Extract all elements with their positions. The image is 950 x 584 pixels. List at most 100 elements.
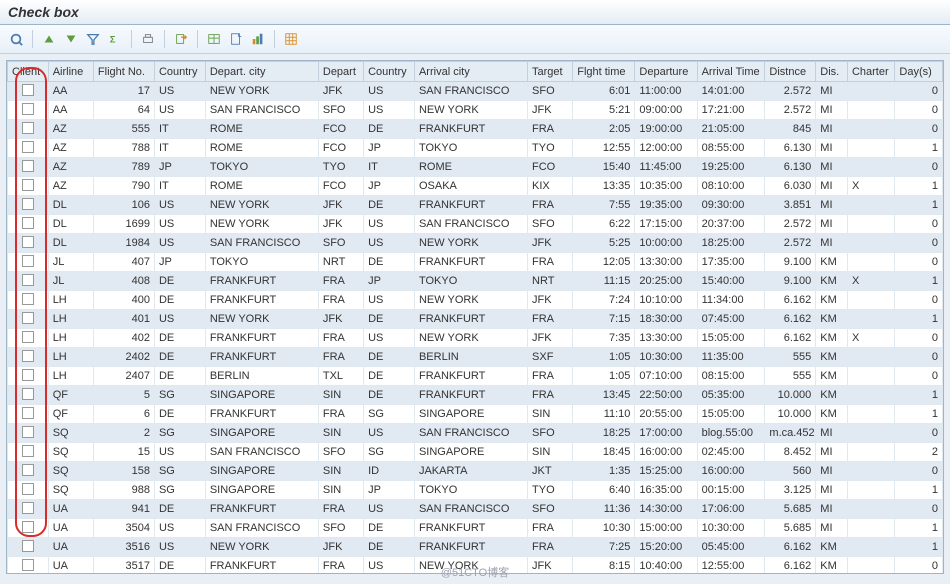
row-checkbox[interactable] (22, 160, 34, 172)
row-checkbox[interactable] (22, 426, 34, 438)
table-row[interactable]: JL408DEFRANKFURTFRAJPTOKYONRT11:1520:25:… (8, 272, 943, 291)
col-header-arrtime[interactable]: Arrival Time (697, 62, 765, 82)
row-checkbox[interactable] (22, 464, 34, 476)
chart-icon[interactable] (248, 29, 268, 49)
table-row[interactable]: LH401USNEW YORKJFKDEFRANKFURTFRA7:1518:3… (8, 310, 943, 329)
col-header-days[interactable]: Day(s) (895, 62, 943, 82)
row-checkbox[interactable] (22, 502, 34, 514)
cell-client[interactable] (8, 424, 49, 443)
cell-client[interactable] (8, 291, 49, 310)
row-checkbox[interactable] (22, 84, 34, 96)
row-checkbox[interactable] (22, 103, 34, 115)
row-checkbox[interactable] (22, 350, 34, 362)
cell-client[interactable] (8, 500, 49, 519)
cell-client[interactable] (8, 405, 49, 424)
col-header-target[interactable]: Target (528, 62, 573, 82)
col-header-country2[interactable]: Country (364, 62, 415, 82)
cell-client[interactable] (8, 272, 49, 291)
sort-asc-icon[interactable] (39, 29, 59, 49)
table-row[interactable]: DL106USNEW YORKJFKDEFRANKFURTFRA7:5519:3… (8, 196, 943, 215)
row-checkbox[interactable] (22, 141, 34, 153)
cell-client[interactable] (8, 443, 49, 462)
cell-client[interactable] (8, 481, 49, 500)
table-row[interactable]: AZ789JPTOKYOTYOITROMEFCO15:4011:45:0019:… (8, 158, 943, 177)
cell-client[interactable] (8, 120, 49, 139)
table-row[interactable]: QF6DEFRANKFURTFRASGSINGAPORESIN11:1020:5… (8, 405, 943, 424)
col-header-charter[interactable]: Charter (847, 62, 894, 82)
col-header-country1[interactable]: Country (154, 62, 205, 82)
row-checkbox[interactable] (22, 236, 34, 248)
cell-client[interactable] (8, 462, 49, 481)
cell-client[interactable] (8, 101, 49, 120)
layout-icon[interactable] (281, 29, 301, 49)
row-checkbox[interactable] (22, 369, 34, 381)
col-header-depart[interactable]: Depart (318, 62, 363, 82)
table-row[interactable]: AA64USSAN FRANCISCOSFOUSNEW YORKJFK5:210… (8, 101, 943, 120)
row-checkbox[interactable] (22, 388, 34, 400)
row-checkbox[interactable] (22, 407, 34, 419)
table-row[interactable]: SQ15USSAN FRANCISCOSFOSGSINGAPORESIN18:4… (8, 443, 943, 462)
excel-icon[interactable] (204, 29, 224, 49)
table-row[interactable]: DL1984USSAN FRANCISCOSFOUSNEW YORKJFK5:2… (8, 234, 943, 253)
table-row[interactable]: UA941DEFRANKFURTFRAUSSAN FRANCISCOSFO11:… (8, 500, 943, 519)
cell-client[interactable] (8, 196, 49, 215)
table-row[interactable]: JL407JPTOKYONRTDEFRANKFURTFRA12:0513:30:… (8, 253, 943, 272)
col-header-client[interactable]: Client (8, 62, 49, 82)
table-row[interactable]: UA3516USNEW YORKJFKDEFRANKFURTFRA7:2515:… (8, 538, 943, 557)
cell-client[interactable] (8, 386, 49, 405)
row-checkbox[interactable] (22, 217, 34, 229)
row-checkbox[interactable] (22, 521, 34, 533)
print-icon[interactable] (138, 29, 158, 49)
table-row[interactable]: LH2407DEBERLINTXLDEFRANKFURTFRA1:0507:10… (8, 367, 943, 386)
row-checkbox[interactable] (22, 293, 34, 305)
cell-client[interactable] (8, 519, 49, 538)
export-icon[interactable] (171, 29, 191, 49)
table-row[interactable]: SQ988SGSINGAPORESINJPTOKYOTYO6:4016:35:0… (8, 481, 943, 500)
table-row[interactable]: AZ788ITROMEFCOJPTOKYOTYO12:5512:00:0008:… (8, 139, 943, 158)
row-checkbox[interactable] (22, 198, 34, 210)
table-row[interactable]: SQ158SGSINGAPORESINIDJAKARTAJKT1:3515:25… (8, 462, 943, 481)
word-icon[interactable] (226, 29, 246, 49)
row-checkbox[interactable] (22, 179, 34, 191)
row-checkbox[interactable] (22, 483, 34, 495)
cell-client[interactable] (8, 367, 49, 386)
cell-client[interactable] (8, 158, 49, 177)
sort-desc-icon[interactable] (61, 29, 81, 49)
col-header-dis[interactable]: Dis. (816, 62, 848, 82)
table-row[interactable]: LH400DEFRANKFURTFRAUSNEW YORKJFK7:2410:1… (8, 291, 943, 310)
table-row[interactable]: LH402DEFRANKFURTFRAUSNEW YORKJFK7:3513:3… (8, 329, 943, 348)
cell-client[interactable] (8, 538, 49, 557)
table-row[interactable]: AA17USNEW YORKJFKUSSAN FRANCISCOSFO6:011… (8, 82, 943, 101)
row-checkbox[interactable] (22, 540, 34, 552)
cell-client[interactable] (8, 139, 49, 158)
details-icon[interactable] (6, 29, 26, 49)
cell-client[interactable] (8, 177, 49, 196)
table-row[interactable]: QF5SGSINGAPORESINDEFRANKFURTFRA13:4522:5… (8, 386, 943, 405)
col-header-arrcity[interactable]: Arrival city (414, 62, 527, 82)
cell-client[interactable] (8, 310, 49, 329)
table-row[interactable]: DL1699USNEW YORKJFKUSSAN FRANCISCOSFO6:2… (8, 215, 943, 234)
filter-icon[interactable] (83, 29, 103, 49)
row-checkbox[interactable] (22, 331, 34, 343)
col-header-flightno[interactable]: Flight No. (93, 62, 154, 82)
table-row[interactable]: SQ2SGSINGAPORESINUSSAN FRANCISCOSFO18:25… (8, 424, 943, 443)
cell-client[interactable] (8, 329, 49, 348)
row-checkbox[interactable] (22, 445, 34, 457)
col-header-dist[interactable]: Distnce (765, 62, 816, 82)
table-row[interactable]: AZ790ITROMEFCOJPOSAKAKIX13:3510:35:0008:… (8, 177, 943, 196)
table-row[interactable]: UA3504USSAN FRANCISCOSFODEFRANKFURTFRA10… (8, 519, 943, 538)
col-header-ftime[interactable]: Flght time (573, 62, 635, 82)
row-checkbox[interactable] (22, 122, 34, 134)
cell-client[interactable] (8, 82, 49, 101)
col-header-depcity[interactable]: Depart. city (205, 62, 318, 82)
col-header-departure[interactable]: Departure (635, 62, 697, 82)
row-checkbox[interactable] (22, 274, 34, 286)
cell-client[interactable] (8, 348, 49, 367)
table-row[interactable]: LH2402DEFRANKFURTFRADEBERLINSXF1:0510:30… (8, 348, 943, 367)
sum-icon[interactable]: Σ (105, 29, 125, 49)
table-row[interactable]: AZ555ITROMEFCODEFRANKFURTFRA2:0519:00:00… (8, 120, 943, 139)
row-checkbox[interactable] (22, 255, 34, 267)
cell-client[interactable] (8, 234, 49, 253)
cell-client[interactable] (8, 253, 49, 272)
row-checkbox[interactable] (22, 312, 34, 324)
